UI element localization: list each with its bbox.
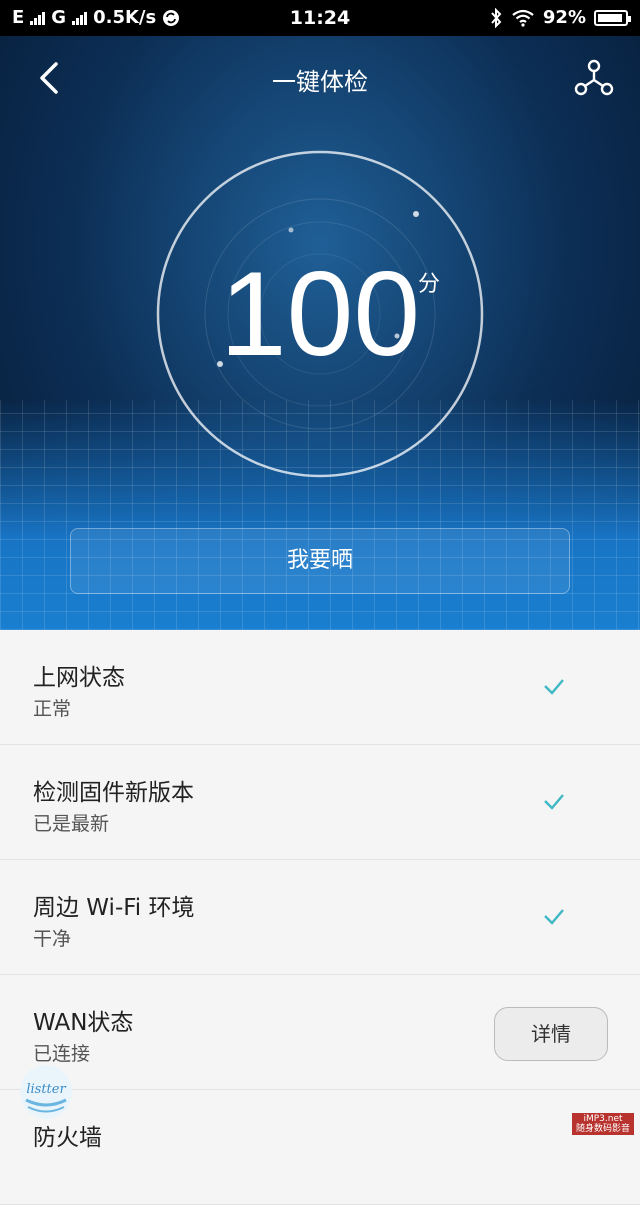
share-result-button[interactable]: 我要晒 <box>70 528 570 594</box>
check-item-title: 检测固件新版本 <box>33 780 194 806</box>
check-item-internet[interactable]: 上网状态 正常 <box>0 630 640 745</box>
check-item-firmware[interactable]: 检测固件新版本 已是最新 <box>0 745 640 860</box>
check-item-status: 已是最新 <box>33 813 110 835</box>
page-title: 一键体检 <box>272 68 368 96</box>
watermark-logo: listter <box>20 1065 72 1119</box>
check-item-status: 正常 <box>33 698 72 720</box>
watermark-badge: iMP3.net 随身数码影音 <box>572 1113 634 1135</box>
check-item-title: WAN状态 <box>33 1010 134 1036</box>
watermark-left-text: listter <box>26 1082 66 1097</box>
check-item-wan[interactable]: WAN状态 已连接 详情 <box>0 975 640 1090</box>
battery-percent: 92% <box>542 7 586 28</box>
status-bar: E G 0.5K/s 11:24 92% <box>0 0 640 36</box>
check-item-status: 干净 <box>33 928 72 950</box>
bluetooth-icon <box>491 7 502 28</box>
share-icon <box>574 59 614 96</box>
score-value: 100 <box>219 247 421 381</box>
details-button[interactable]: 详情 <box>494 1007 608 1061</box>
check-list: 上网状态 正常 检测固件新版本 已是最新 周边 Wi-Fi 环境 干净 WAN状… <box>0 630 640 1205</box>
battery-fill <box>598 13 622 22</box>
wifi-icon <box>512 9 534 27</box>
watermark-line1: iMP3.net <box>583 1114 623 1124</box>
score-unit: 分 <box>418 272 441 297</box>
watermark-line2: 随身数码影音 <box>575 1124 630 1134</box>
check-icon <box>544 679 564 695</box>
check-item-title: 防火墙 <box>33 1125 102 1151</box>
battery-icon <box>594 9 631 26</box>
check-icon <box>544 909 564 925</box>
title-bar: 一键体检 <box>0 36 640 122</box>
check-item-title: 周边 Wi-Fi 环境 <box>33 895 195 921</box>
share-button[interactable] <box>574 58 614 98</box>
check-icon <box>544 794 564 810</box>
check-item-title: 上网状态 <box>33 665 125 691</box>
score-panel: 一键体检 100 分 我要晒 <box>0 36 640 630</box>
check-item-wifi-environment[interactable]: 周边 Wi-Fi 环境 干净 <box>0 860 640 975</box>
check-item-firewall[interactable]: 防火墙 <box>0 1090 640 1205</box>
status-right: 92% <box>489 7 631 28</box>
